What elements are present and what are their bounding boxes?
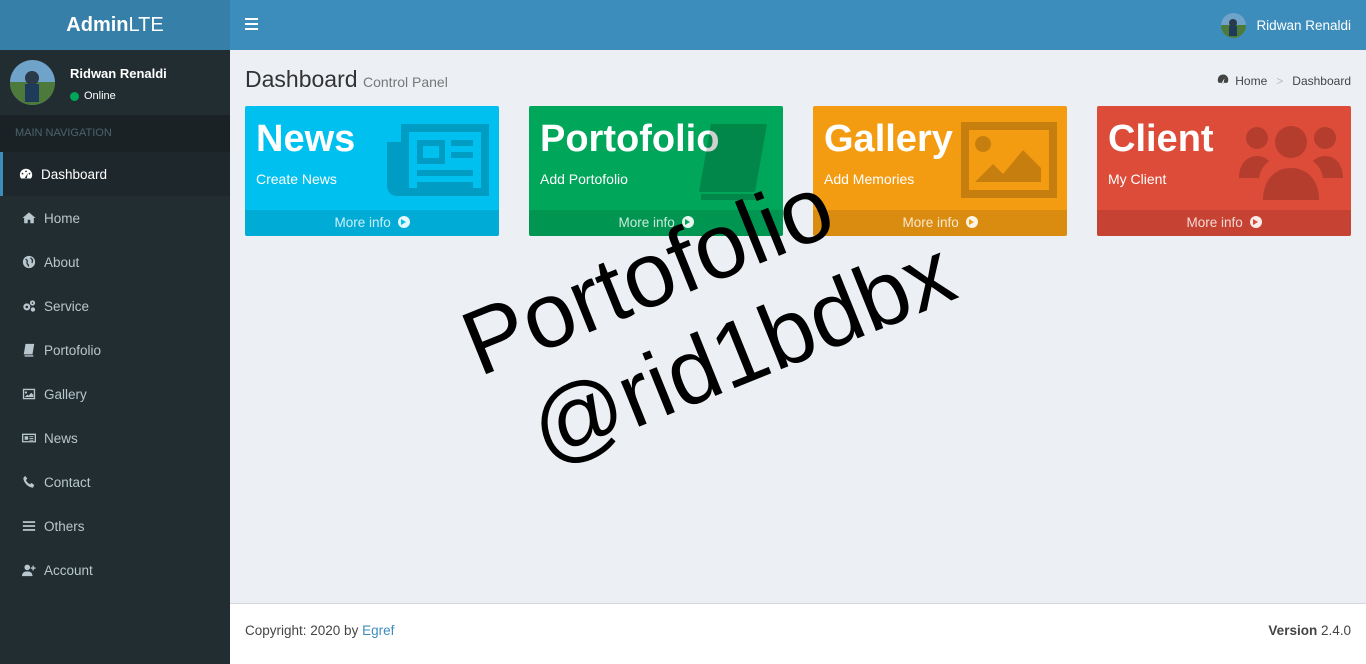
image-icon: [955, 120, 1059, 200]
sidebar-item-portofolio[interactable]: Portofolio: [0, 328, 230, 372]
sidebar-item-dashboard[interactable]: Dashboard: [0, 152, 230, 196]
box-title: News: [256, 118, 356, 160]
breadcrumb: Home > Dashboard: [1217, 73, 1351, 88]
arrow-circle-right-icon: [1249, 216, 1262, 228]
sidebar-item-label: Others: [44, 518, 85, 534]
watermark-line-2: @rid1bdbx: [515, 220, 968, 483]
bars-icon: [21, 518, 37, 534]
sidebar-item-home[interactable]: Home: [0, 196, 230, 240]
arrow-circle-right-icon: [681, 216, 694, 228]
newspaper-icon: [387, 120, 491, 200]
box-title: Gallery: [824, 118, 953, 160]
version-info: Version 2.4.0: [1268, 623, 1351, 638]
client-more-info-link[interactable]: More info: [1097, 210, 1351, 236]
sidebar-item-label: News: [44, 430, 78, 446]
top-navbar: Ridwan Renaldi: [230, 0, 1366, 50]
user-avatar: [10, 60, 55, 105]
news-more-info-link[interactable]: More info: [245, 210, 499, 236]
sidebar-item-about[interactable]: About: [0, 240, 230, 284]
sidebar-item-gallery[interactable]: Gallery: [0, 372, 230, 416]
sidebar-item-label: Account: [44, 562, 93, 578]
book-icon: [21, 342, 37, 358]
sidebar-item-contact[interactable]: Contact: [0, 460, 230, 504]
portofolio-more-info-link[interactable]: More info: [529, 210, 783, 236]
sidebar-item-label: Contact: [44, 474, 91, 490]
sidebar-item-others[interactable]: Others: [0, 504, 230, 548]
page-title: Dashboard: [245, 66, 358, 92]
arrow-circle-right-icon: [397, 216, 410, 228]
arrow-circle-right-icon: [965, 216, 978, 228]
newspaper-icon: [21, 430, 37, 446]
box-subtitle: Add Memories: [824, 171, 915, 187]
copyright: Copyright: 2020 by Egref: [245, 623, 395, 638]
box-subtitle: Create News: [256, 171, 337, 187]
sidebar-toggle-button[interactable]: [245, 18, 258, 32]
sidebar-item-service[interactable]: Service: [0, 284, 230, 328]
users-icon: [1239, 120, 1343, 200]
dashboard-icon: [1217, 73, 1229, 88]
user-plus-icon: [21, 562, 37, 578]
globe-icon: [21, 254, 37, 270]
breadcrumb-current: Dashboard: [1292, 73, 1351, 88]
sidebar-item-label: Dashboard: [41, 166, 108, 182]
sidebar-item-label: Portofolio: [44, 342, 102, 358]
app-logo[interactable]: AdminLTE: [0, 0, 230, 50]
image-icon: [21, 386, 37, 402]
nav-header: MAIN NAVIGATION: [0, 115, 230, 152]
main-footer: Copyright: 2020 by Egref Version 2.4.0: [230, 603, 1366, 664]
sidebar-item-label: About: [44, 254, 80, 270]
online-dot-icon: [70, 91, 79, 101]
cogs-icon: [21, 298, 37, 314]
box-subtitle: Add Portofolio: [540, 171, 628, 187]
box-subtitle: My Client: [1108, 171, 1167, 187]
sidebar-item-account[interactable]: Account: [0, 548, 230, 592]
phone-icon: [21, 474, 37, 490]
gallery-more-info-link[interactable]: More info: [813, 210, 1067, 236]
dashboard-icon: [18, 166, 34, 182]
sidebar-item-news[interactable]: News: [0, 416, 230, 460]
book-icon: [671, 120, 775, 200]
header-user-name: Ridwan Renaldi: [1256, 18, 1351, 33]
sidebar-user-name: Ridwan Renaldi: [70, 66, 167, 81]
page-subtitle: Control Panel: [363, 74, 448, 90]
news-box: News Create News More info: [245, 106, 499, 236]
box-title: Client: [1108, 118, 1214, 160]
breadcrumb-separator: >: [1276, 73, 1284, 88]
sidebar: AdminLTE Ridwan Renaldi Online MAIN NAVI…: [0, 0, 230, 664]
home-icon: [21, 210, 37, 226]
header-avatar: [1221, 13, 1247, 38]
user-menu[interactable]: Ridwan Renaldi: [1221, 13, 1351, 38]
sidebar-item-label: Gallery: [44, 386, 87, 402]
user-status: Online: [70, 90, 116, 102]
sidebar-item-label: Service: [44, 298, 90, 314]
user-panel: Ridwan Renaldi Online: [0, 50, 230, 115]
client-box: Client My Client More info: [1097, 106, 1351, 236]
portofolio-box: Portofolio Add Portofolio More info: [529, 106, 783, 236]
breadcrumb-home-link[interactable]: Home: [1235, 74, 1267, 88]
sidebar-item-label: Home: [44, 210, 81, 226]
gallery-box: Gallery Add Memories More info: [813, 106, 1067, 236]
author-link[interactable]: Egref: [362, 623, 394, 638]
